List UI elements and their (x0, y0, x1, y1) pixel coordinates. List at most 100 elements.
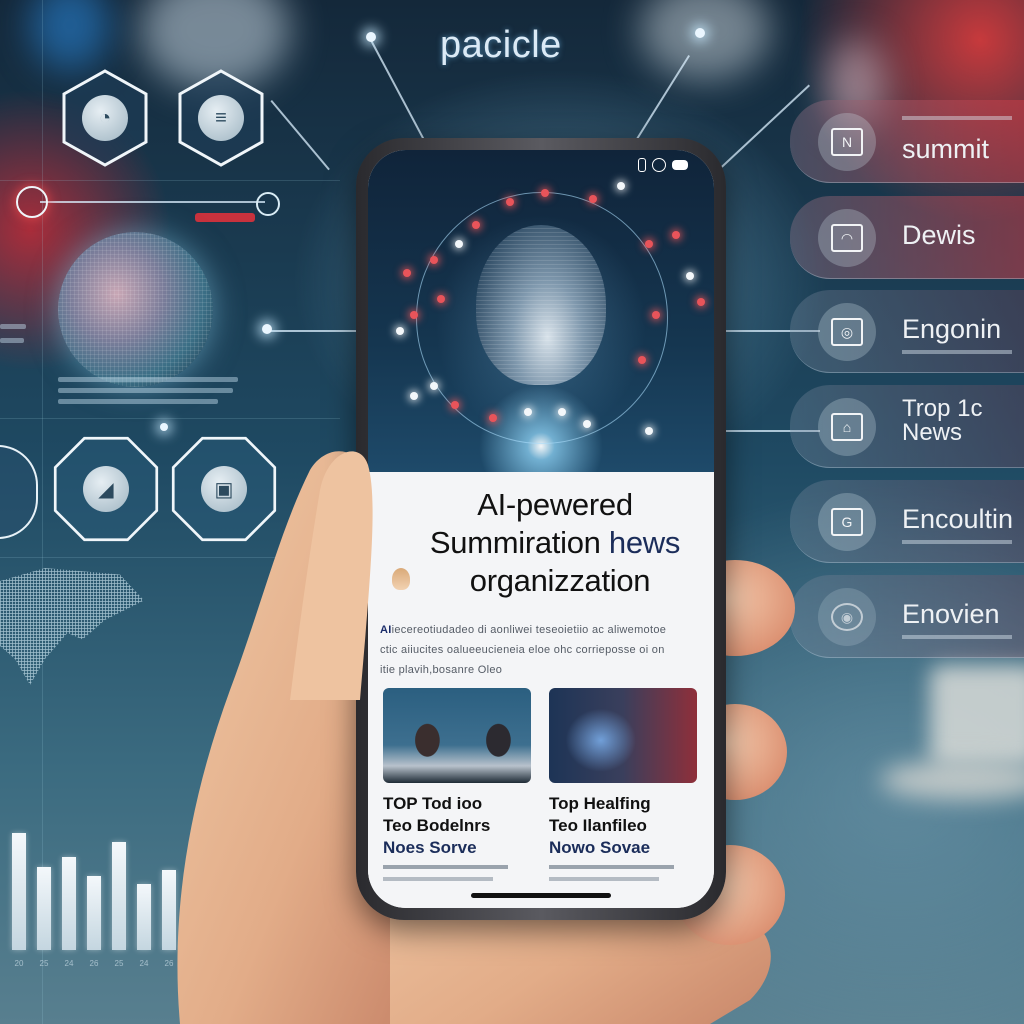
network-node (409, 391, 418, 400)
network-node (395, 327, 404, 336)
network-node (696, 298, 705, 307)
connector-node (262, 324, 272, 334)
grid-line (0, 418, 340, 419)
connector-line (270, 100, 330, 170)
alarm-icon (652, 158, 666, 172)
chart-bar (87, 876, 101, 950)
card-title: Top Healfing Teo Ilanfileo Nowo Sovae (549, 793, 699, 859)
grid-line (0, 180, 340, 181)
menu-item-label-line1: Trop 1c (902, 395, 983, 422)
card-subtitle (383, 877, 493, 881)
partial-hexagon (0, 445, 38, 539)
menu-item-subtitle (902, 635, 1012, 639)
world-map-graphic (0, 568, 144, 685)
article-content: AI-pewered Summiration hews organizzatio… (368, 472, 714, 908)
card-title-line: Top Healfing (549, 794, 651, 813)
connector-line (268, 330, 358, 332)
network-node (617, 182, 626, 191)
status-bar (638, 158, 688, 172)
news-card[interactable]: TOP Tod ioo Teo Bodelnrs Noes Sorve (383, 688, 533, 881)
text-placeholder (58, 377, 238, 382)
connector-node (695, 28, 705, 38)
card-title: TOP Tod ioo Teo Bodelnrs Noes Sorve (383, 793, 533, 859)
chart-icon: ◢ (83, 466, 129, 512)
card-subtitle (549, 877, 659, 881)
menu-item-engonin[interactable]: ◎ Engonin (790, 290, 1024, 373)
brand-title: pacicle (440, 24, 562, 66)
text-placeholder (0, 338, 24, 343)
bar-chart: 20 25 24 26 25 24 26 (0, 800, 176, 970)
news-card-list: TOP Tod ioo Teo Bodelnrs Noes Sorve Top … (383, 688, 699, 881)
hexagon-button[interactable]: ◔ (60, 68, 150, 168)
headline-line1: AI-pewered (477, 487, 633, 522)
network-node (541, 188, 549, 197)
summary-lead: AI (380, 624, 392, 636)
hero-image-ai-head (368, 150, 714, 472)
network-node (471, 220, 480, 229)
headline-line3: organizzation (469, 563, 651, 598)
menu-item-subtitle (902, 116, 1012, 120)
card-title-accent: Nowo Sovae (549, 838, 651, 857)
chart-bar (112, 842, 126, 950)
news-icon: N (818, 113, 876, 171)
smartphone: AI-pewered Summiration hews organizzatio… (356, 138, 726, 920)
chart-bar (137, 884, 151, 950)
phone-screen: AI-pewered Summiration hews organizzatio… (368, 150, 714, 908)
menu-item-label: Encoultin (902, 504, 1014, 534)
settings-icon: ◎ (818, 303, 876, 361)
card-subtitle (549, 865, 674, 869)
article-summary: AIiecereotiudadeo di aonliwei teseoietii… (380, 620, 680, 680)
network-node (651, 311, 660, 319)
news-anchors-thumbnail (383, 688, 531, 783)
menu-item-dewis[interactable]: ◠ Dewis (790, 196, 1024, 279)
card-title-line: TOP Tod ioo (383, 794, 483, 813)
connector-line (630, 55, 690, 150)
red-tag (195, 213, 255, 222)
ai-head-graphic (476, 224, 606, 385)
menu-item-label-line2: News (902, 419, 963, 446)
card-title-line: Teo Ilanfileo (549, 816, 647, 835)
card-subtitle (383, 865, 508, 869)
chart-bar-label: 25 (39, 959, 49, 968)
chart-bar-label: 20 (14, 959, 24, 968)
chart-bar (62, 857, 76, 950)
menu-item-subtitle (902, 540, 1012, 544)
network-node (637, 356, 646, 365)
headline-line2-accent: hews (608, 525, 681, 560)
signal-icon (638, 158, 646, 172)
network-node (523, 407, 532, 416)
hexagon-button[interactable]: ≡ (176, 68, 266, 168)
connector-node (160, 423, 168, 431)
network-node (558, 407, 567, 416)
text-placeholder (58, 399, 218, 404)
chart-bar-label: 24 (64, 959, 74, 968)
chart-bar-label: 25 (114, 959, 124, 968)
connector-node (366, 32, 376, 42)
gauge-icon: ◔ (82, 95, 128, 141)
network-node (672, 230, 681, 239)
camera-icon: ◠ (818, 209, 876, 267)
headline-line2: Summiration hews (390, 524, 714, 562)
news-card[interactable]: Top Healfing Teo Ilanfileo Nowo Sovae (537, 688, 699, 881)
abstract-data-thumbnail (549, 688, 697, 783)
card-icon: ≡ (198, 95, 244, 141)
thumb-graphic (290, 451, 373, 700)
hexagon-button[interactable]: ◢ (52, 435, 160, 543)
card-title-accent: Noes Sorve (383, 838, 477, 857)
article-headline[interactable]: AI-pewered Summiration hews organizzatio… (390, 486, 714, 600)
menu-item-label: Dewis (902, 220, 976, 250)
card-title-line: Teo Bodelnrs (383, 816, 491, 835)
network-node (402, 269, 411, 278)
chart-bar-label: 26 (89, 959, 99, 968)
menu-item-summit[interactable]: N summit (790, 100, 1024, 183)
network-node (454, 240, 463, 249)
saucer-blur (880, 760, 1024, 800)
toggle-button[interactable] (256, 192, 280, 216)
text-placeholder (58, 388, 233, 393)
record-button[interactable] (16, 186, 48, 218)
home-indicator[interactable] (471, 893, 611, 898)
globe-graphic (58, 232, 213, 387)
network-node (644, 426, 653, 435)
menu-item-label: summit (902, 134, 989, 164)
network-node (644, 240, 653, 249)
